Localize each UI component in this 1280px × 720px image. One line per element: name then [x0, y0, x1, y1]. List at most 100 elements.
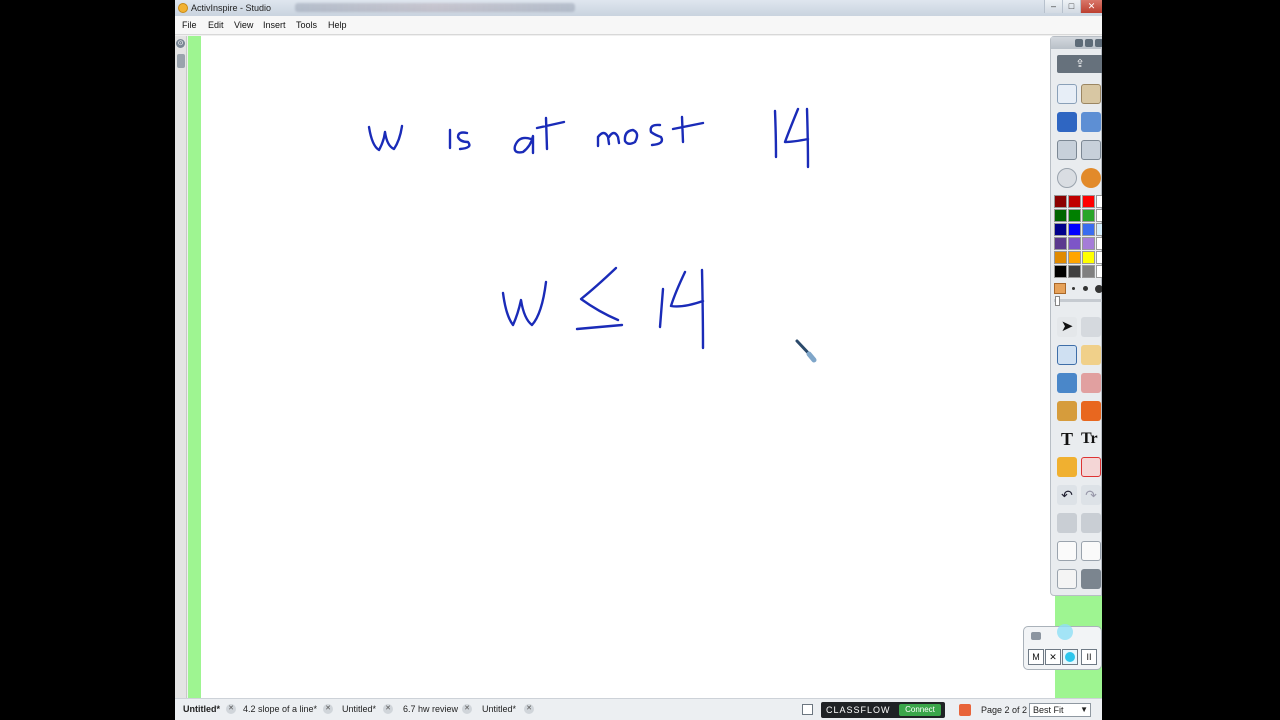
color-swatch[interactable] — [1068, 195, 1081, 208]
tab-close-icon[interactable]: ✕ — [524, 704, 534, 714]
color-swatch[interactable] — [1054, 237, 1067, 250]
tab-close-icon[interactable]: ✕ — [383, 704, 393, 714]
handwriting-recognition-icon[interactable] — [1057, 457, 1077, 477]
color-swatch[interactable] — [1068, 223, 1081, 236]
classflow-connect-button[interactable]: Connect — [899, 704, 941, 716]
pen-icon[interactable] — [1057, 345, 1077, 365]
toolbox-pin-icon[interactable] — [1085, 39, 1093, 47]
zoom-select[interactable]: Best Fit ▼ — [1029, 703, 1091, 717]
duplicate-page-icon[interactable] — [1081, 541, 1101, 561]
color-swatch[interactable] — [1068, 251, 1081, 264]
previous-page-icon[interactable] — [1057, 140, 1077, 160]
zoom-value: Best Fit — [1033, 705, 1064, 715]
page-browser-icon[interactable] — [1081, 112, 1101, 132]
menu-view[interactable]: View — [234, 20, 253, 30]
text-tool-icon[interactable]: T — [1057, 429, 1077, 449]
color-swatch[interactable] — [1068, 209, 1081, 222]
pen-width-large-icon[interactable] — [1095, 285, 1102, 293]
doc-tab-untitled-3[interactable]: Untitled* — [482, 704, 516, 717]
new-page-icon[interactable] — [1057, 541, 1077, 561]
activinspire-dashboard-icon[interactable] — [1057, 112, 1077, 132]
color-swatch[interactable] — [1096, 209, 1102, 222]
color-swatch[interactable] — [1082, 195, 1095, 208]
pen-width-medium-icon[interactable] — [1083, 286, 1088, 291]
web-browser-icon[interactable] — [1081, 168, 1101, 188]
marquee-select-icon[interactable] — [1081, 317, 1101, 337]
menu-edit[interactable]: Edit — [208, 20, 224, 30]
tab-close-icon[interactable]: ✕ — [226, 704, 236, 714]
toolbox-close-icon[interactable] — [1095, 39, 1102, 47]
doc-tab-untitled-2[interactable]: Untitled* — [342, 704, 376, 717]
menu-file[interactable]: File — [182, 20, 197, 30]
select-arrow-icon[interactable]: ➤ — [1057, 317, 1077, 337]
pen-width-slider[interactable] — [1054, 299, 1102, 302]
dock-grip[interactable] — [177, 54, 185, 68]
recorder-mute-button[interactable]: M — [1028, 649, 1044, 665]
tab-close-icon[interactable]: ✕ — [323, 704, 333, 714]
color-swatch[interactable] — [1096, 223, 1102, 236]
chevron-down-icon: ▼ — [1080, 705, 1088, 714]
menu-tools[interactable]: Tools — [296, 20, 317, 30]
color-swatch[interactable] — [1054, 251, 1067, 264]
color-swatch[interactable] — [1096, 237, 1102, 250]
record-icon — [1065, 652, 1075, 662]
pen-width-small-icon[interactable] — [1072, 287, 1075, 290]
share-icon[interactable]: ⇪ — [1057, 55, 1102, 73]
color-swatch[interactable] — [1068, 265, 1081, 278]
slider-handle[interactable] — [1055, 296, 1060, 306]
doc-tab-slope[interactable]: 4.2 slope of a line* — [243, 704, 317, 717]
next-page-icon[interactable] — [1081, 140, 1101, 160]
clear-icon[interactable] — [1057, 569, 1077, 589]
recorder-record-button[interactable] — [1062, 649, 1078, 665]
eraser-icon[interactable] — [1057, 373, 1077, 393]
color-swatch[interactable] — [1082, 209, 1095, 222]
flipchart-page[interactable] — [201, 36, 1055, 698]
recorder-cancel-button[interactable]: ✕ — [1045, 649, 1061, 665]
highlighter-icon[interactable] — [1081, 345, 1101, 365]
color-swatch[interactable] — [1082, 251, 1095, 264]
ink-is — [448, 128, 471, 151]
shape-icon[interactable] — [1081, 401, 1101, 421]
toolbox-header[interactable] — [1051, 37, 1102, 49]
grid-icon[interactable] — [1081, 569, 1101, 589]
menu-help[interactable]: Help — [328, 20, 347, 30]
toolbox-menu-icon[interactable] — [1075, 39, 1083, 47]
color-swatch[interactable] — [1054, 223, 1067, 236]
text-editor-icon[interactable]: Tr — [1081, 429, 1101, 449]
ink-le — [575, 266, 624, 331]
app-window: ActivInspire - Studio – □ ✕ File Edit Vi… — [175, 0, 1102, 720]
left-dock-edge: ⊙ — [175, 36, 187, 698]
notes-icon[interactable] — [802, 704, 813, 715]
doc-tab-untitled[interactable]: Untitled* — [183, 704, 220, 717]
recorder-pause-button[interactable]: II — [1081, 649, 1097, 665]
revealer-icon[interactable] — [1081, 457, 1101, 477]
color-swatch[interactable] — [1068, 237, 1081, 250]
color-swatch[interactable] — [1054, 209, 1067, 222]
flipchart-icon[interactable] — [1057, 84, 1077, 104]
color-swatch[interactable] — [1082, 223, 1095, 236]
color-picker-icon[interactable] — [1054, 283, 1066, 294]
browser-icon[interactable] — [1081, 84, 1101, 104]
tab-close-icon[interactable]: ✕ — [462, 704, 472, 714]
undo-icon[interactable]: ↶ — [1057, 485, 1077, 505]
color-swatch[interactable] — [1054, 265, 1067, 278]
play-icon[interactable] — [1057, 168, 1077, 188]
screen-recorder-icon[interactable] — [1081, 513, 1101, 533]
redo-icon[interactable]: ↷ — [1081, 485, 1101, 505]
color-swatch[interactable] — [1082, 265, 1095, 278]
resource-icon[interactable] — [959, 704, 971, 716]
close-button[interactable]: ✕ — [1080, 0, 1102, 13]
color-swatch[interactable] — [1054, 195, 1067, 208]
color-swatch[interactable] — [1096, 195, 1102, 208]
color-swatch[interactable] — [1096, 265, 1102, 278]
camera-icon[interactable] — [1057, 513, 1077, 533]
pin-icon[interactable]: ⊙ — [176, 39, 185, 48]
menu-insert[interactable]: Insert — [263, 20, 286, 30]
color-swatch[interactable] — [1096, 251, 1102, 264]
magic-eraser-icon[interactable] — [1081, 373, 1101, 393]
minimize-button[interactable]: – — [1044, 0, 1062, 13]
color-swatch[interactable] — [1082, 237, 1095, 250]
fill-icon[interactable] — [1057, 401, 1077, 421]
maximize-button[interactable]: □ — [1062, 0, 1080, 13]
doc-tab-hw-review[interactable]: 6.7 hw review — [403, 704, 458, 717]
